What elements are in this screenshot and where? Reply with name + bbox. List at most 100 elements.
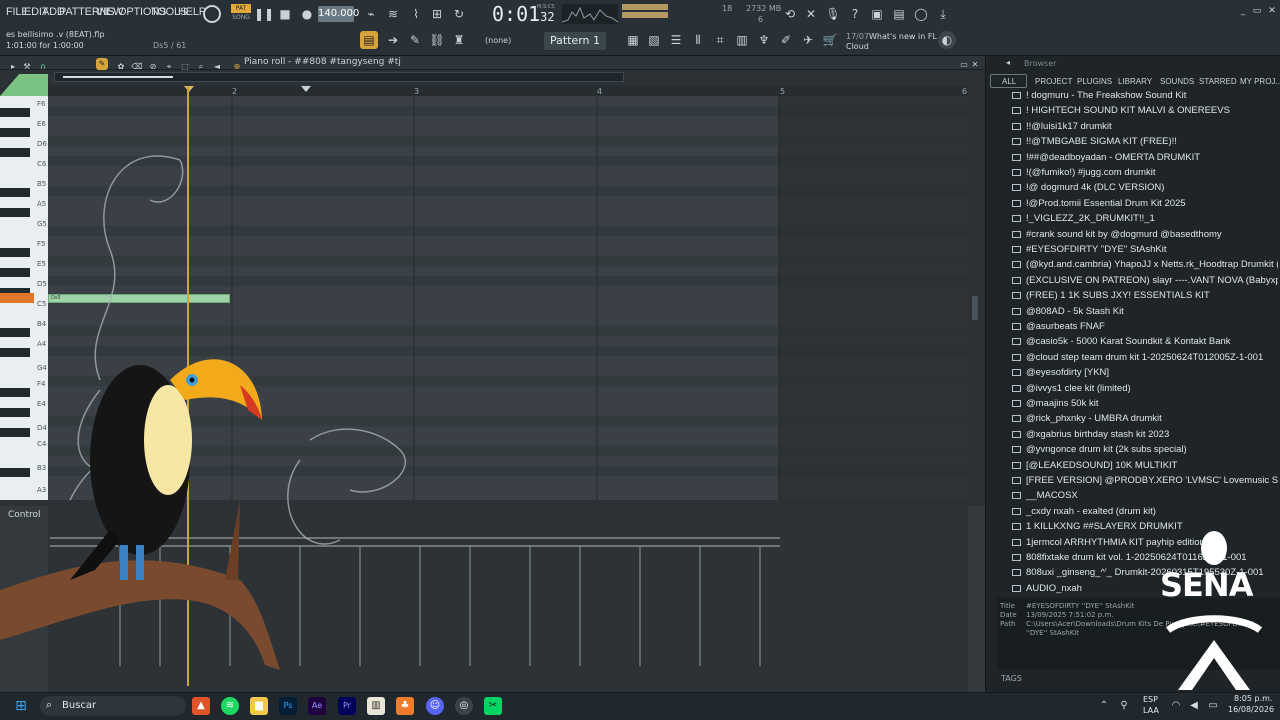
help-icon[interactable]: ? [846,5,864,23]
draw-tool-icon[interactable]: ✎ [96,58,108,70]
plugin-picker-icon[interactable]: ⌗ [711,31,729,49]
recording-filter-icon[interactable]: ⊞ [428,5,446,23]
fl-cloud-icon[interactable]: ◐ [938,31,956,49]
panic-icon[interactable]: ✕ [802,5,820,23]
discord-icon[interactable]: ☺ [426,697,444,715]
black-key[interactable] [0,208,30,217]
language-indicator[interactable]: ESP [1143,695,1158,704]
browser-folder-item[interactable]: (@kyd.and.cambria) YhapoJJ x Netts.rk_Ho… [1012,259,1278,270]
pause-icon[interactable]: ❚❚ [254,5,274,23]
tab-sounds[interactable]: SOUNDS [1160,77,1194,86]
highlighted-key[interactable] [0,293,34,303]
taskbar-search[interactable]: ⌕ Buscar [40,696,186,716]
black-key[interactable] [0,148,30,157]
vertical-scrollbar[interactable] [970,96,980,500]
file-explorer-icon[interactable]: ▆ [250,697,268,715]
browser-folder-item[interactable]: [FREE VERSION] @PRODBY.XERO 'LVMSC' Love… [1012,475,1278,486]
chat-icon[interactable]: ◯ [912,5,930,23]
browser-icon[interactable]: ▥ [733,31,751,49]
black-key[interactable] [0,108,30,117]
download-icon[interactable]: ⤓ [934,5,952,23]
browser-folder-item[interactable]: #EYESOFDIRTY ''DYE'' StAshKit [1012,244,1278,255]
browser-folder-item[interactable]: @yvngonce drum kit (2k subs special) [1012,444,1278,455]
browser-folder-item[interactable]: !!@luisi1k17 drumkit [1012,121,1278,132]
premiere-icon[interactable]: Pr [338,697,356,715]
spotify-icon[interactable]: ≋ [221,697,239,715]
news-text-2[interactable]: Cloud [846,42,869,51]
tab-project[interactable]: PROJECT [1035,77,1072,86]
tray-chevron-icon[interactable]: ⌃ [1095,697,1113,715]
black-key[interactable] [0,248,30,257]
menu-help[interactable]: HELP [178,6,206,18]
black-key[interactable] [0,268,30,277]
arrow-right-icon[interactable]: ➔ [384,31,402,49]
browser-folder-item[interactable]: !!@TMBGABE SIGMA KIT (FREE)!! [1012,136,1278,147]
tab-my-projects[interactable]: MY PROJ.. [1240,77,1280,86]
news-text[interactable]: What's new in FL [869,32,937,41]
blend-notes-icon[interactable]: ⌇ [407,5,425,23]
photoshop-icon[interactable]: Ps [279,697,297,715]
browser-folder-item[interactable]: !(@fumiko!) #jugg.com drumkit [1012,167,1278,178]
mixer-icon[interactable]: ⫴ [689,31,707,49]
clock-time[interactable]: 8:05 p.m. [1234,694,1272,703]
browser-folder-item[interactable]: ! dogmuru - The Freakshow Sound Kit [1012,90,1278,101]
stop-icon[interactable]: ■ [276,5,294,23]
browser-folder-item[interactable]: !_VIGLEZZ_2K_DRUMKIT!!_1 [1012,213,1278,224]
fl-studio-icon[interactable]: ♣ [396,697,414,715]
black-key[interactable] [0,128,30,137]
record-icon[interactable]: ● [298,5,316,23]
black-key[interactable] [0,328,30,337]
browser-back-icon[interactable]: ◂ [1002,57,1014,69]
vscroll-thumb[interactable] [972,296,978,320]
pencil-icon[interactable]: ✎ [406,31,424,49]
tray-mic-icon[interactable]: ⚲ [1115,697,1133,715]
tab-starred[interactable]: STARRED [1199,77,1237,86]
black-key[interactable] [0,188,30,197]
browser-folder-item[interactable]: @xgabrius birthday stash kit 2023 [1012,429,1278,440]
browser-folder-item[interactable]: (EXCLUSIVE ON PATREON) slayr ----.VANT N… [1012,275,1278,286]
battery-icon[interactable]: ▭ [1204,697,1222,715]
settings-app-icon[interactable]: ◎ [455,697,473,715]
tags-label[interactable]: TAGS [1001,674,1022,683]
browser-folder-item[interactable]: @808AD - 5k Stash Kit [1012,306,1278,317]
gesture-icon[interactable]: ✈ [799,31,817,49]
notes-icon[interactable]: ▥ [367,697,385,715]
pr-close-icon[interactable]: ✕ [966,56,984,74]
step-edit-icon[interactable]: ≋ [384,5,402,23]
magnet-icon[interactable]: ∩ [34,58,52,76]
browser-folder-item[interactable]: @maajins 50k kit [1012,398,1278,409]
piano-roll-icon[interactable]: ▧ [645,31,663,49]
microphone-icon[interactable]: 🎙 [824,5,842,23]
playlist-icon[interactable]: ▦ [624,31,642,49]
browser-folder-item[interactable]: @eyesofdirty [YKN] [1012,367,1278,378]
windows-start-icon[interactable]: ⊞ [12,697,30,715]
language-indicator-2[interactable]: LAA [1143,706,1159,715]
brave-icon[interactable]: ▲ [192,697,210,715]
pat-mode[interactable]: PAT [231,4,251,13]
browser-folder-item[interactable]: @cloud step team drum kit 1-20250624T012… [1012,352,1278,363]
pattern-selector[interactable]: Pattern 1 [544,32,606,50]
browser-folder-item[interactable]: [@LEAKEDSOUND] 10K MULTIKIT [1012,460,1278,471]
browser-folder-item[interactable]: @ivvys1 clee kit (limited) [1012,383,1278,394]
loop-marker[interactable] [301,86,311,92]
browser-folder-item[interactable]: @asurbeats FNAF [1012,321,1278,332]
close-icon[interactable]: ✕ [1263,2,1280,20]
tab-plugins[interactable]: PLUGINS [1077,77,1112,86]
metronome-icon[interactable] [203,5,221,23]
horizontal-scrollbar[interactable] [54,72,624,82]
volume-icon[interactable]: ◀ [1185,697,1203,715]
browser-folder-item[interactable]: @casio5k - 5000 Karat Soundkit & Kontakt… [1012,336,1278,347]
link-icon[interactable]: ⛓ [428,31,446,49]
tab-all[interactable]: ALL [1002,77,1016,86]
piano-roll-snap-icon[interactable]: ▤ [360,31,378,49]
browser-folder-item[interactable]: __MACOSX [1012,490,1278,501]
scroll-thumb[interactable] [63,76,173,78]
capcut-icon[interactable]: ✂ [484,697,502,715]
undo-history-icon[interactable]: ⟲ [781,5,799,23]
scripting-icon[interactable]: ✐ [777,31,795,49]
project-info-icon[interactable]: ▤ [890,5,908,23]
cart-icon[interactable]: 🛒 [821,31,839,49]
tab-library[interactable]: LIBRARY [1118,77,1152,86]
tempo-display[interactable]: 140.000 [318,6,359,22]
clock-date[interactable]: 16/08/2026 [1228,705,1274,714]
